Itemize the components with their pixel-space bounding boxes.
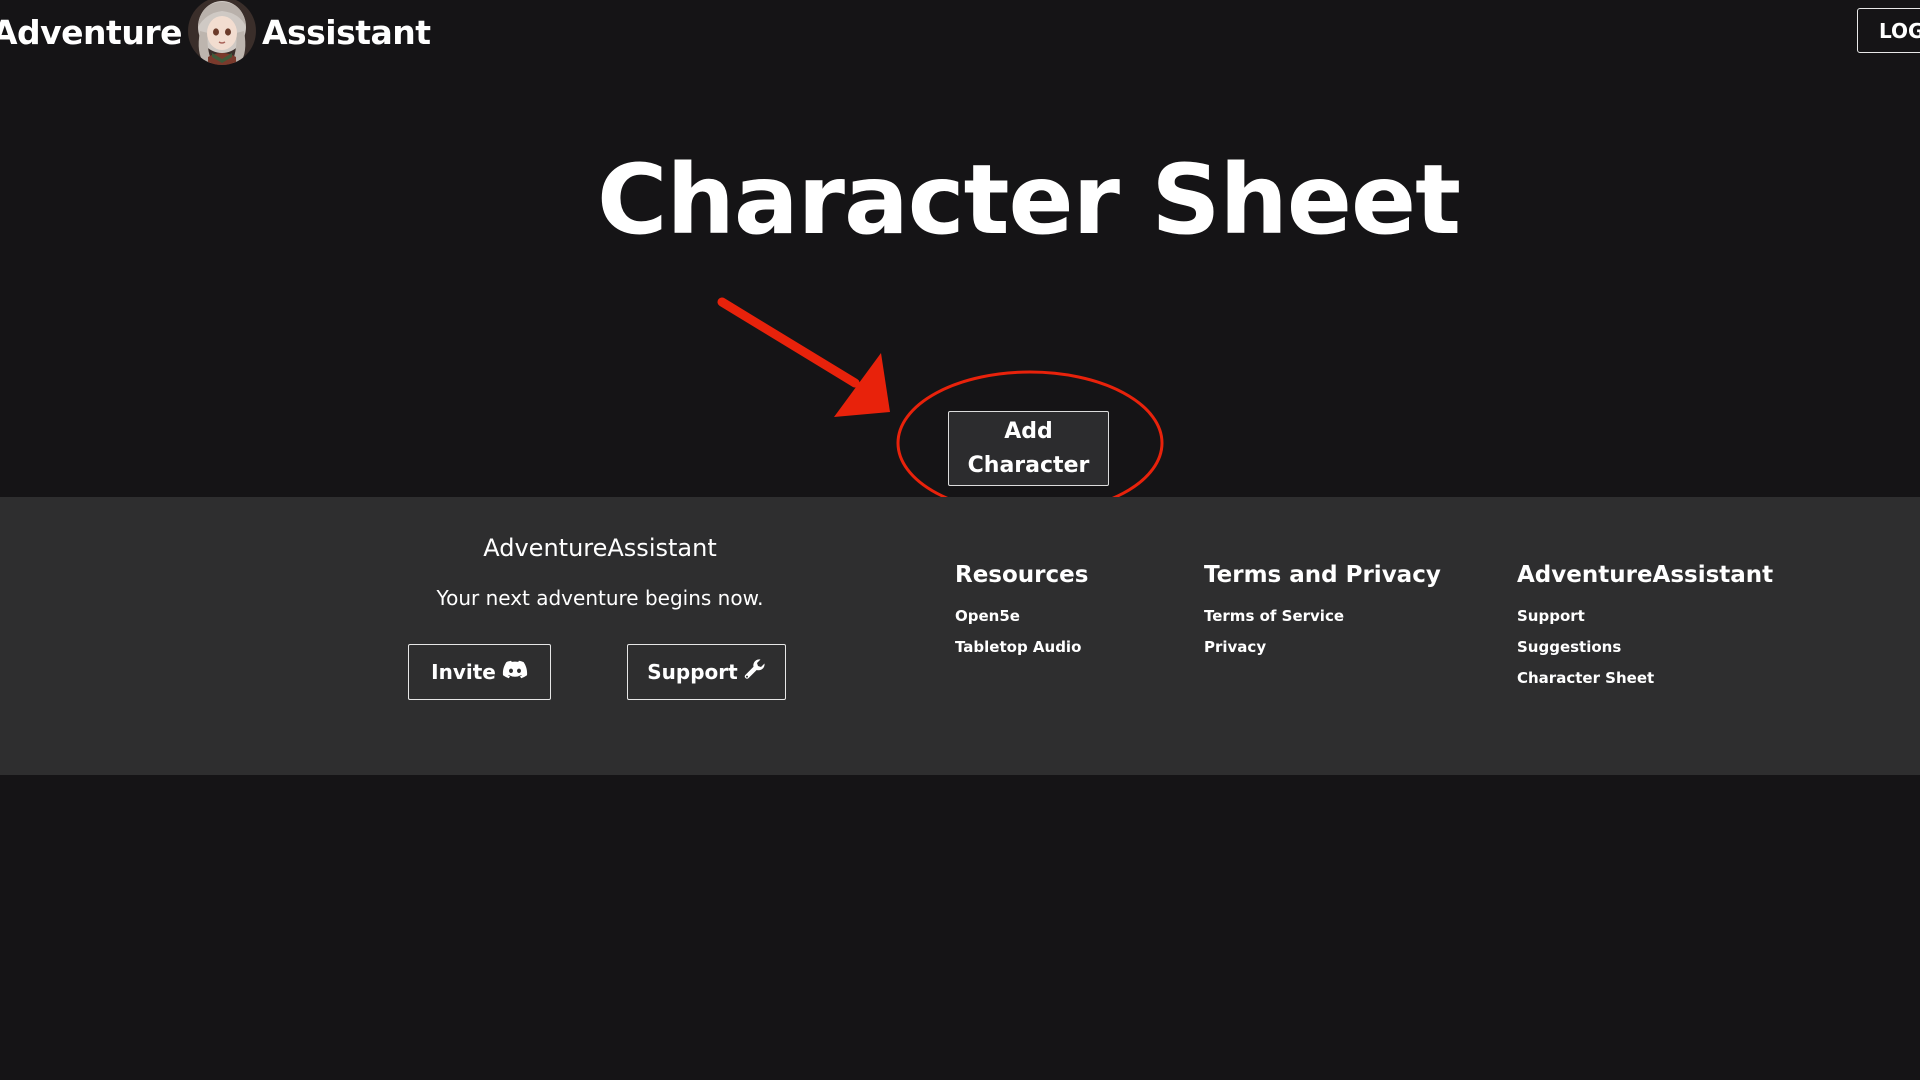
footer-link-tabletop-audio[interactable]: Tabletop Audio [955, 638, 1088, 657]
top-navbar: Adventure Assistant LOGIN [0, 0, 1920, 65]
footer-column-terms: Terms and Privacy Terms of Service Priva… [1204, 561, 1441, 669]
footer-link-support[interactable]: Support [1517, 607, 1773, 626]
footer-link-privacy[interactable]: Privacy [1204, 638, 1441, 657]
invite-button-label: Invite [431, 660, 496, 684]
support-button-label: Support [647, 660, 738, 684]
brand-avatar-image [187, 0, 256, 65]
footer-tagline: Your next adventure begins now. [436, 586, 764, 610]
brand-name-part2: Assistant [261, 12, 431, 52]
footer-brand-title: AdventureAssistant [483, 534, 717, 562]
brand-logo[interactable]: Adventure Assistant [0, 0, 431, 65]
support-button[interactable]: Support [627, 644, 786, 700]
invite-button[interactable]: Invite [408, 644, 551, 700]
brand-name-part1: Adventure [0, 12, 182, 52]
wrench-icon [744, 658, 766, 686]
footer-link-open5e[interactable]: Open5e [955, 607, 1088, 626]
footer-brand-block: AdventureAssistant Your next adventure b… [380, 533, 820, 611]
site-footer: AdventureAssistant Your next adventure b… [0, 497, 1920, 775]
footer-heading-adventureassistant: AdventureAssistant [1517, 562, 1774, 588]
footer-heading-terms: Terms and Privacy [1204, 562, 1441, 588]
footer-link-character-sheet[interactable]: Character Sheet [1517, 669, 1773, 688]
footer-heading-resources: Resources [955, 562, 1089, 588]
add-character-button[interactable]: Add Character [948, 411, 1109, 486]
footer-column-adventureassistant: AdventureAssistant Support Suggestions C… [1517, 561, 1773, 700]
footer-link-suggestions[interactable]: Suggestions [1517, 638, 1773, 657]
discord-icon [502, 660, 528, 685]
login-button[interactable]: LOGIN [1857, 8, 1920, 53]
page-title: Character Sheet [597, 144, 1461, 256]
footer-link-terms-of-service[interactable]: Terms of Service [1204, 607, 1441, 626]
annotation-arrow [717, 297, 890, 417]
footer-column-resources: Resources Open5e Tabletop Audio [955, 561, 1088, 669]
